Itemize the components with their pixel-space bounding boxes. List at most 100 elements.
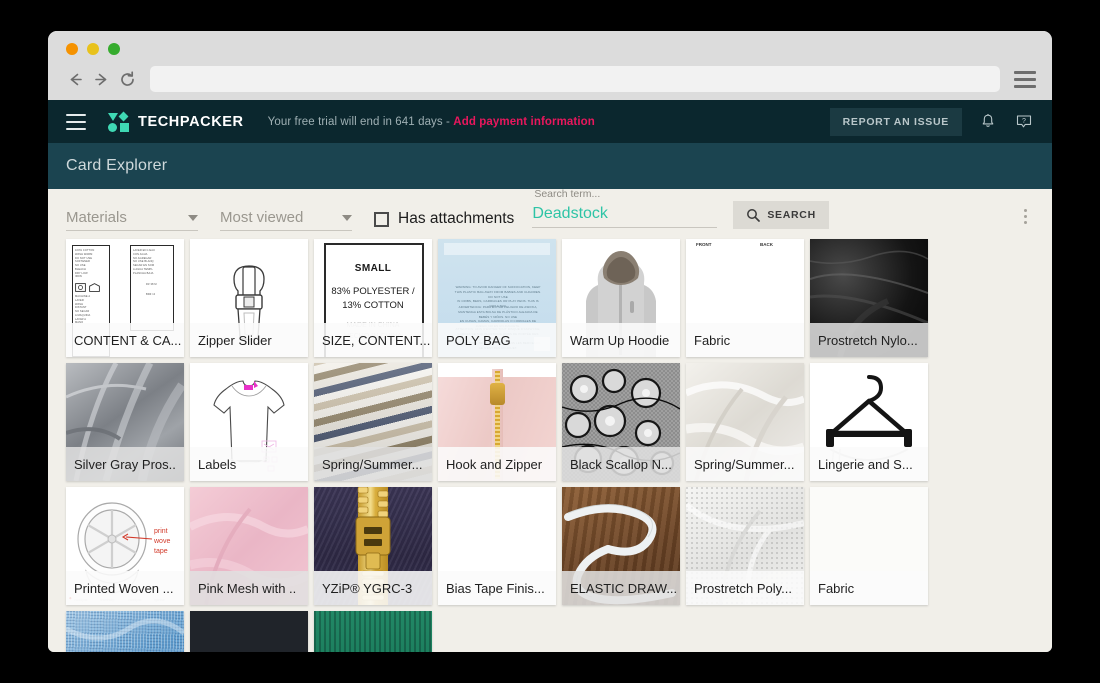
search-button-label: SEARCH	[767, 209, 816, 221]
card-title: Fabric	[686, 323, 804, 357]
card-tile[interactable]: YZiP® YGRC-3	[314, 487, 432, 605]
help-chat-icon[interactable]: ?	[1014, 112, 1034, 132]
card-tile[interactable]: Prostretch Poly...	[686, 487, 804, 605]
app-header: TECHPACKER Your free trial will end in 6…	[48, 100, 1052, 143]
card-tile[interactable]: Spring/Summer...	[686, 363, 804, 481]
browser-nav-row	[62, 64, 1038, 94]
notification-bell-icon[interactable]	[978, 112, 998, 132]
trial-notice: Your free trial will end in 641 days - A…	[268, 116, 595, 128]
card-title: Hook and Zipper	[438, 447, 556, 481]
svg-text:print: print	[154, 528, 168, 535]
card-tile[interactable]: Spring/Summer...	[314, 363, 432, 481]
arrow-left-icon[interactable]	[62, 66, 88, 92]
category-filter-label: Materials	[66, 209, 127, 226]
chevron-down-icon	[342, 214, 352, 221]
close-window-button[interactable]	[66, 43, 78, 55]
card-title: Spring/Summer...	[686, 447, 804, 481]
card-tile[interactable]: Prostretch Nylo...	[810, 239, 928, 357]
more-vertical-icon[interactable]	[1016, 205, 1034, 227]
card-tile[interactable]: Labels	[190, 363, 308, 481]
card-thumbnail	[314, 611, 432, 652]
search-field-group: Search term...	[532, 188, 718, 231]
card-tile[interactable]: 01020304 05060708 09101112 Fabric	[810, 487, 928, 605]
filters-toolbar: Materials Most viewed Has attachments Se…	[48, 188, 1052, 239]
card-title: Lingerie and S...	[810, 447, 928, 481]
card-tile[interactable]: Hook and Zipper	[438, 363, 556, 481]
card-tile[interactable]: Black Scallop N...	[562, 363, 680, 481]
brand-logo[interactable]: TECHPACKER	[108, 111, 244, 132]
card-title: CONTENT & CA...	[66, 323, 184, 357]
chevron-down-icon	[188, 214, 198, 221]
card-title: Warm Up Hoodie	[562, 323, 680, 357]
has-attachments-toggle[interactable]: Has attachments	[374, 210, 514, 231]
card-title: Bias Tape Finis...	[438, 571, 556, 605]
trial-text: Your free trial will end in 641 days	[267, 115, 443, 128]
card-tile[interactable]: FRONT BACK Fabric	[686, 239, 804, 357]
svg-text:wove: wove	[153, 538, 170, 545]
card-title: Fabric	[810, 571, 928, 605]
hamburger-menu-icon[interactable]	[66, 113, 86, 130]
card-tile[interactable]: WARNING: TO AVOID DANGER OF SUFFOCATION,…	[438, 239, 556, 357]
sort-filter-dropdown[interactable]: Most viewed	[220, 209, 352, 231]
maximize-window-button[interactable]	[108, 43, 120, 55]
arrow-right-icon[interactable]	[88, 66, 114, 92]
card-title: Zipper Slider	[190, 323, 308, 357]
card-title: Labels	[190, 447, 308, 481]
card-title: YZiP® YGRC-3	[314, 571, 432, 605]
browser-window: TECHPACKER Your free trial will end in 6…	[48, 31, 1052, 652]
card-tile[interactable]: Brick Printed L...	[190, 611, 308, 652]
add-payment-link[interactable]: Add payment information	[453, 116, 595, 128]
search-input[interactable]	[532, 205, 718, 228]
brand-name: TECHPACKER	[138, 113, 244, 130]
card-tile[interactable]: Bias finishing edge of the same fabr pla…	[438, 487, 556, 605]
page-header: Card Explorer	[48, 143, 1052, 189]
minimize-window-button[interactable]	[87, 43, 99, 55]
card-tile[interactable]: SMALL 83% POLYESTER /13% COTTON MADE IN …	[314, 239, 432, 357]
card-thumbnail	[66, 611, 184, 652]
has-attachments-label: Has attachments	[398, 210, 515, 227]
card-tile[interactable]: Forest Green Ri...	[314, 611, 432, 652]
card-tile[interactable]: Pink Mesh with ..	[190, 487, 308, 605]
card-title: SIZE, CONTENT...	[314, 323, 432, 357]
page-title: Card Explorer	[66, 157, 168, 174]
techpacker-logo-icon	[108, 111, 129, 132]
card-tile[interactable]: Warm Up Hoodie	[562, 239, 680, 357]
card-title: Spring/Summer...	[314, 447, 432, 481]
card-title: ELASTIC DRAW...	[562, 571, 680, 605]
app-header-actions: REPORT AN ISSUE ?	[829, 107, 1034, 136]
card-title: Black Scallop N...	[562, 447, 680, 481]
card-tile[interactable]: Zipper Slider	[190, 239, 308, 357]
card-title: Prostretch Poly...	[686, 571, 804, 605]
card-title: Pink Mesh with ..	[190, 571, 308, 605]
category-filter-dropdown[interactable]: Materials	[66, 209, 198, 231]
svg-text:?: ?	[1022, 118, 1026, 125]
magnifier-icon	[746, 208, 761, 222]
card-tile[interactable]: Lingerie and S...	[810, 363, 928, 481]
card-grid: 100% COTTON WASH WARM DO NOT USE SOFTENER NO…	[48, 239, 1052, 652]
card-thumbnail	[190, 611, 308, 652]
card-title: Printed Woven ...	[66, 571, 184, 605]
window-controls	[66, 43, 120, 55]
card-tile[interactable]: ELASTIC DRAW...	[562, 487, 680, 605]
card-title: Prostretch Nylo...	[810, 323, 928, 357]
card-title: Silver Gray Pros..	[66, 447, 184, 481]
card-tile[interactable]: Spring/Summer...	[66, 611, 184, 652]
app-viewport: TECHPACKER Your free trial will end in 6…	[48, 100, 1052, 652]
search-button[interactable]: SEARCH	[733, 201, 829, 229]
trial-separator: -	[442, 115, 454, 128]
sort-filter-label: Most viewed	[220, 209, 304, 226]
svg-text:tape: tape	[154, 548, 168, 555]
has-attachments-checkbox[interactable]	[374, 211, 389, 227]
screenshot-root: TECHPACKER Your free trial will end in 6…	[0, 0, 1100, 683]
search-caption: Search term...	[534, 188, 601, 200]
card-tile[interactable]: Silver Gray Pros..	[66, 363, 184, 481]
card-tile[interactable]: 100% COTTON WASH WARM DO NOT USE SOFTENER NO…	[66, 239, 184, 357]
browser-chrome	[48, 31, 1052, 100]
reload-icon[interactable]	[114, 66, 140, 92]
address-bar[interactable]	[150, 66, 1000, 92]
report-an-issue-button[interactable]: REPORT AN ISSUE	[829, 107, 962, 136]
card-tile[interactable]: print wove tape voodlyneteamtwkpvoodlyne…	[66, 487, 184, 605]
card-title: POLY BAG	[438, 323, 556, 357]
card-grid-wrapper: 100% COTTON WASH WARM DO NOT USE SOFTENER NO…	[48, 239, 1052, 652]
browser-menu-icon[interactable]	[1014, 68, 1036, 90]
